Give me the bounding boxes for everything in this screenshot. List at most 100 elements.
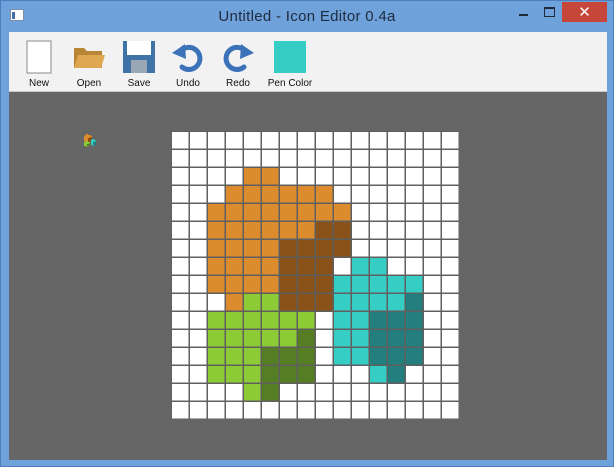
pixel-cell[interactable] xyxy=(441,149,459,167)
pixel-cell[interactable] xyxy=(207,149,225,167)
pixel-cell[interactable] xyxy=(225,149,243,167)
pixel-cell[interactable] xyxy=(261,185,279,203)
pixel-cell[interactable] xyxy=(207,365,225,383)
pixel-cell[interactable] xyxy=(423,131,441,149)
pixel-cell[interactable] xyxy=(207,347,225,365)
pixel-cell[interactable] xyxy=(405,167,423,185)
pixel-cell[interactable] xyxy=(279,401,297,419)
pixel-cell[interactable] xyxy=(387,383,405,401)
pixel-cell[interactable] xyxy=(387,149,405,167)
pixel-cell[interactable] xyxy=(297,185,315,203)
pixel-cell[interactable] xyxy=(351,257,369,275)
pixel-cell[interactable] xyxy=(423,365,441,383)
pixel-cell[interactable] xyxy=(441,131,459,149)
pixel-cell[interactable] xyxy=(225,257,243,275)
pixel-cell[interactable] xyxy=(279,131,297,149)
pixel-cell[interactable] xyxy=(297,221,315,239)
pixel-cell[interactable] xyxy=(171,401,189,419)
pixel-cell[interactable] xyxy=(369,131,387,149)
pixel-cell[interactable] xyxy=(297,239,315,257)
maximize-button[interactable] xyxy=(537,2,562,22)
pixel-cell[interactable] xyxy=(423,275,441,293)
pixel-cell[interactable] xyxy=(369,257,387,275)
pixel-cell[interactable] xyxy=(261,311,279,329)
open-button[interactable]: Open xyxy=(67,34,111,90)
pixel-cell[interactable] xyxy=(225,401,243,419)
pixel-cell[interactable] xyxy=(351,167,369,185)
pixel-cell[interactable] xyxy=(351,311,369,329)
pixel-cell[interactable] xyxy=(225,329,243,347)
pixel-cell[interactable] xyxy=(333,185,351,203)
pixel-cell[interactable] xyxy=(225,383,243,401)
pixel-cell[interactable] xyxy=(189,221,207,239)
pixel-cell[interactable] xyxy=(369,365,387,383)
pixel-cell[interactable] xyxy=(333,275,351,293)
pixel-cell[interactable] xyxy=(315,293,333,311)
pixel-cell[interactable] xyxy=(297,167,315,185)
pixel-cell[interactable] xyxy=(387,365,405,383)
pixel-cell[interactable] xyxy=(189,185,207,203)
pixel-cell[interactable] xyxy=(279,203,297,221)
pixel-cell[interactable] xyxy=(225,293,243,311)
pixel-cell[interactable] xyxy=(207,401,225,419)
pixel-cell[interactable] xyxy=(225,311,243,329)
pixel-cell[interactable] xyxy=(207,131,225,149)
pixel-cell[interactable] xyxy=(423,221,441,239)
pixel-cell[interactable] xyxy=(189,239,207,257)
pixel-cell[interactable] xyxy=(243,275,261,293)
pixel-cell[interactable] xyxy=(189,329,207,347)
pixel-cell[interactable] xyxy=(405,239,423,257)
pixel-cell[interactable] xyxy=(243,185,261,203)
pixel-cell[interactable] xyxy=(405,293,423,311)
pixel-cell[interactable] xyxy=(333,149,351,167)
pixel-cell[interactable] xyxy=(243,257,261,275)
pixel-cell[interactable] xyxy=(441,311,459,329)
pixel-cell[interactable] xyxy=(369,401,387,419)
pixel-cell[interactable] xyxy=(207,203,225,221)
pixel-cell[interactable] xyxy=(423,149,441,167)
pixel-cell[interactable] xyxy=(441,257,459,275)
pixel-cell[interactable] xyxy=(279,275,297,293)
pixel-cell[interactable] xyxy=(243,293,261,311)
pixel-cell[interactable] xyxy=(261,383,279,401)
pixel-cell[interactable] xyxy=(369,221,387,239)
title-bar[interactable]: Untitled - Icon Editor 0.4a ✕ xyxy=(1,1,613,32)
pixel-cell[interactable] xyxy=(207,383,225,401)
pixel-cell[interactable] xyxy=(387,311,405,329)
pixel-cell[interactable] xyxy=(207,167,225,185)
pixel-cell[interactable] xyxy=(261,167,279,185)
pixel-cell[interactable] xyxy=(369,311,387,329)
pixel-cell[interactable] xyxy=(189,275,207,293)
pixel-cell[interactable] xyxy=(279,149,297,167)
pixel-cell[interactable] xyxy=(351,239,369,257)
pixel-cell[interactable] xyxy=(171,203,189,221)
pixel-cell[interactable] xyxy=(441,365,459,383)
pixel-cell[interactable] xyxy=(189,383,207,401)
pixel-cell[interactable] xyxy=(441,347,459,365)
pixel-cell[interactable] xyxy=(171,131,189,149)
pixel-cell[interactable] xyxy=(387,275,405,293)
pixel-cell[interactable] xyxy=(243,329,261,347)
pixel-cell[interactable] xyxy=(387,257,405,275)
pixel-cell[interactable] xyxy=(225,167,243,185)
pixel-cell[interactable] xyxy=(261,257,279,275)
pixel-cell[interactable] xyxy=(441,239,459,257)
pixel-cell[interactable] xyxy=(261,221,279,239)
pixel-cell[interactable] xyxy=(171,221,189,239)
pixel-cell[interactable] xyxy=(441,383,459,401)
pixel-cell[interactable] xyxy=(261,329,279,347)
pixel-cell[interactable] xyxy=(441,401,459,419)
pixel-cell[interactable] xyxy=(297,257,315,275)
pixel-cell[interactable] xyxy=(261,293,279,311)
pixel-cell[interactable] xyxy=(333,311,351,329)
pixel-cell[interactable] xyxy=(315,221,333,239)
pixel-cell[interactable] xyxy=(189,149,207,167)
pixel-cell[interactable] xyxy=(351,347,369,365)
pixel-cell[interactable] xyxy=(189,203,207,221)
pixel-cell[interactable] xyxy=(315,383,333,401)
pixel-cell[interactable] xyxy=(423,401,441,419)
pixel-cell[interactable] xyxy=(333,401,351,419)
pixel-cell[interactable] xyxy=(171,329,189,347)
pixel-cell[interactable] xyxy=(333,293,351,311)
pixel-cell[interactable] xyxy=(315,365,333,383)
